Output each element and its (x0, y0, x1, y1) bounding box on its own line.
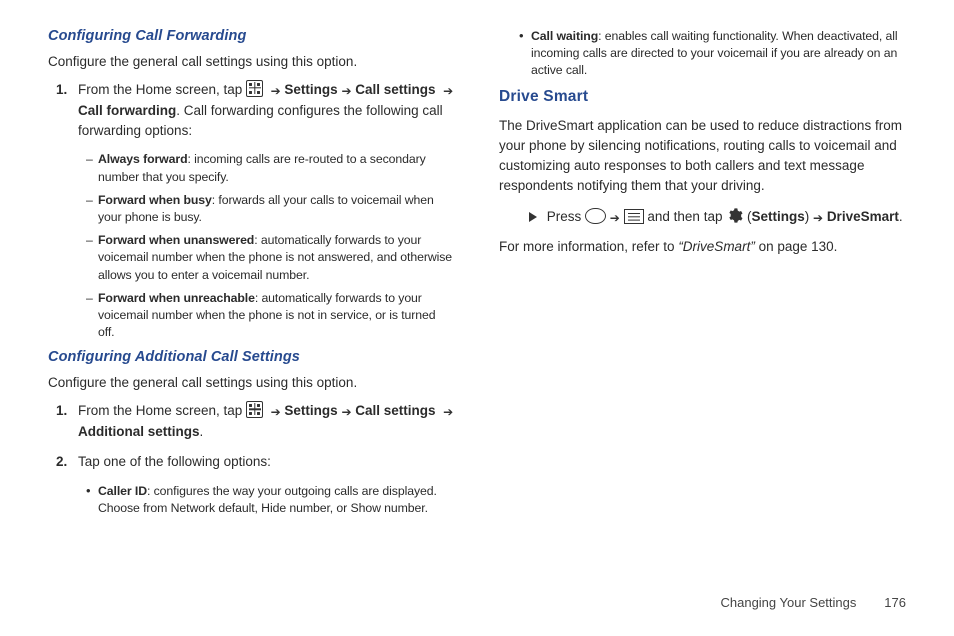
apps-grid-icon (246, 80, 263, 97)
more-a: For more information, refer to (499, 239, 678, 254)
opt-title: Caller ID (98, 484, 147, 498)
more-quote: “DriveSmart” (678, 239, 755, 254)
more-b: on page 130. (755, 239, 838, 254)
heading-drive-smart: Drive Smart (499, 88, 906, 106)
step-number: 1. (56, 401, 67, 421)
page: Configuring Call Forwarding Configure th… (0, 0, 954, 523)
steps-additional: 1. From the Home screen, tap Settings Ca… (48, 401, 455, 473)
path-additional-settings: Additional settings (78, 424, 200, 439)
arrow-icon (271, 81, 281, 101)
step-1: 1. From the Home screen, tap Settings Ca… (78, 80, 455, 142)
arrow-icon (341, 81, 351, 101)
drive-smart-step: Press and then tap (Settings) DriveSmart… (499, 207, 906, 229)
apps-grid-icon (246, 401, 263, 418)
menu-button-icon (624, 209, 644, 224)
more-info: For more information, refer to “DriveSma… (499, 237, 906, 257)
path-settings: Settings (284, 403, 337, 418)
dash-icon: – (86, 290, 93, 307)
additional-options-cont: • Call waiting: enables call waiting fun… (499, 28, 906, 80)
step-text-a: From the Home screen, tap (78, 82, 246, 97)
arrow-icon (443, 402, 453, 422)
dash-icon: – (86, 192, 93, 209)
opt-title: Always forward (98, 152, 188, 166)
bullet-icon: • (519, 28, 523, 44)
arrow-icon (443, 81, 453, 101)
path-call-settings: Call settings (355, 82, 435, 97)
step-2: 2. Tap one of the following options: (78, 452, 455, 472)
heading-additional-settings: Configuring Additional Call Settings (48, 349, 455, 365)
gear-icon (726, 207, 743, 224)
path-call-forwarding: Call forwarding (78, 103, 176, 118)
page-number: 176 (878, 595, 906, 610)
drivesmart-label: DriveSmart (827, 209, 899, 224)
chapter-title: Changing Your Settings (720, 595, 856, 610)
dash-icon: – (86, 232, 93, 249)
intro-1: Configure the general call settings usin… (48, 52, 455, 72)
press-label: Press (547, 209, 585, 224)
drive-smart-para: The DriveSmart application can be used t… (499, 116, 906, 197)
heading-call-forwarding: Configuring Call Forwarding (48, 28, 455, 44)
arrow-icon (271, 402, 281, 422)
opt-body: : configures the way your outgoing calls… (98, 484, 437, 515)
footer: Changing Your Settings 176 (720, 595, 906, 610)
opt-title: Forward when unanswered (98, 233, 254, 247)
settings-label: Settings (751, 209, 804, 224)
dash-icon: – (86, 151, 93, 168)
path-settings: Settings (284, 82, 337, 97)
opt-title: Forward when busy (98, 193, 212, 207)
arrow-icon (813, 208, 823, 229)
and-then-label: and then tap (647, 209, 726, 224)
home-button-icon (585, 208, 606, 224)
left-column: Configuring Call Forwarding Configure th… (48, 28, 455, 523)
step-1: 1. From the Home screen, tap Settings Ca… (78, 401, 455, 443)
opt-forward-unanswered: – Forward when unanswered: automatically… (98, 232, 455, 284)
triangle-bullet-icon (529, 212, 537, 222)
intro-2: Configure the general call settings usin… (48, 373, 455, 393)
opt-title: Call waiting (531, 29, 598, 43)
opt-forward-busy: – Forward when busy: forwards all your c… (98, 192, 455, 226)
opt-call-waiting: • Call waiting: enables call waiting fun… (531, 28, 906, 80)
step-number: 1. (56, 80, 67, 100)
opt-always-forward: – Always forward: incoming calls are re-… (98, 151, 455, 185)
arrow-icon (341, 402, 351, 422)
right-column: • Call waiting: enables call waiting fun… (499, 28, 906, 523)
step-text-a: From the Home screen, tap (78, 403, 246, 418)
bullet-icon: • (86, 483, 90, 499)
path-call-settings: Call settings (355, 403, 435, 418)
arrow-icon (610, 208, 620, 229)
additional-options: • Caller ID: configures the way your out… (48, 483, 455, 517)
forwarding-options: – Always forward: incoming calls are re-… (48, 151, 455, 341)
step-2-text: Tap one of the following options: (78, 454, 271, 469)
opt-title: Forward when unreachable (98, 291, 255, 305)
opt-forward-unreachable: – Forward when unreachable: automaticall… (98, 290, 455, 342)
step-number: 2. (56, 452, 67, 472)
opt-caller-id: • Caller ID: configures the way your out… (98, 483, 455, 517)
steps-call-forwarding: 1. From the Home screen, tap Settings Ca… (48, 80, 455, 142)
